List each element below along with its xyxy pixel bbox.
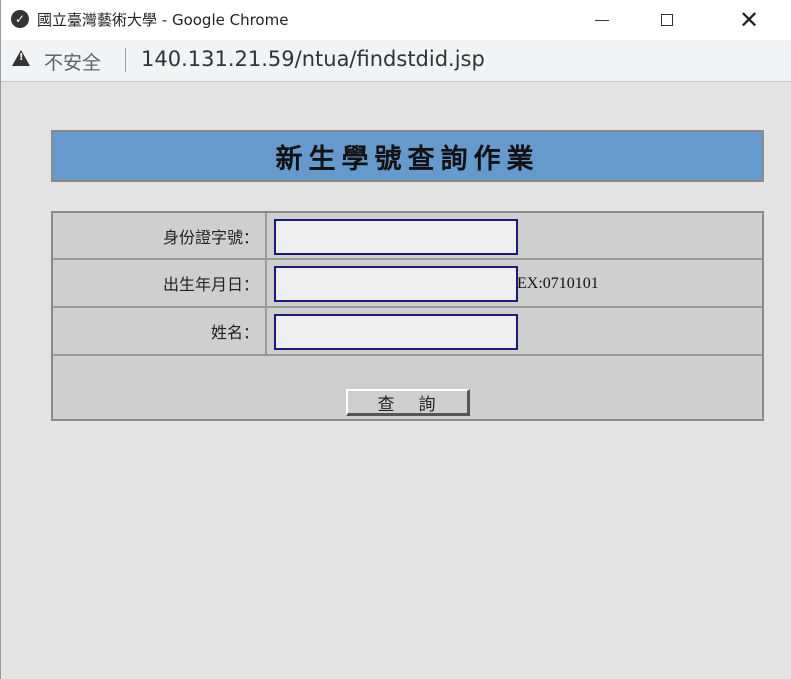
name-label: 姓名： [53,308,267,354]
page-content: 新生學號查詢作業 身份證字號： 出生年月日： EX:0710101 姓名： 查詢 [1,82,791,679]
birthday-input[interactable] [274,266,518,302]
url-text[interactable]: 140.131.21.59/ntua/findstdid.jsp [141,47,485,71]
warning-icon[interactable] [12,50,30,66]
title-bar: ✓ 國立臺灣藝術大學 - Google Chrome ✕ [1,0,791,40]
chrome-shield-icon: ✓ [11,10,29,28]
form-row-id: 身份證字號： [53,213,762,260]
name-cell [267,308,762,354]
page-title: 新生學號查詢作業 [275,143,540,175]
birthday-format-hint: EX:0710101 [517,275,599,292]
address-separator [125,48,126,72]
id-number-cell [267,213,762,258]
student-id-query-form: 身份證字號： 出生年月日： EX:0710101 姓名： 查詢 [51,211,764,421]
minimize-icon [595,19,609,21]
browser-window: ✓ 國立臺灣藝術大學 - Google Chrome ✕ 不安全 140.131… [0,0,791,679]
id-number-label: 身份證字號： [53,213,267,258]
minimize-button[interactable] [574,0,630,40]
close-button[interactable]: ✕ [721,0,777,40]
query-button[interactable]: 查詢 [346,389,470,416]
maximize-button[interactable] [639,0,695,40]
birthday-label: 出生年月日： [53,260,267,306]
window-title: 國立臺灣藝術大學 - Google Chrome [37,11,289,29]
form-row-submit: 查詢 [53,356,762,419]
close-icon: ✕ [738,6,760,34]
security-label[interactable]: 不安全 [44,48,101,75]
address-bar[interactable]: 不安全 140.131.21.59/ntua/findstdid.jsp [1,40,791,82]
name-input[interactable] [274,314,518,350]
form-row-name: 姓名： [53,308,762,356]
maximize-icon [661,14,673,26]
form-row-birthday: 出生年月日： EX:0710101 [53,260,762,308]
birthday-cell: EX:0710101 [267,260,762,306]
id-number-input[interactable] [274,219,518,255]
page-banner: 新生學號查詢作業 [51,130,764,182]
